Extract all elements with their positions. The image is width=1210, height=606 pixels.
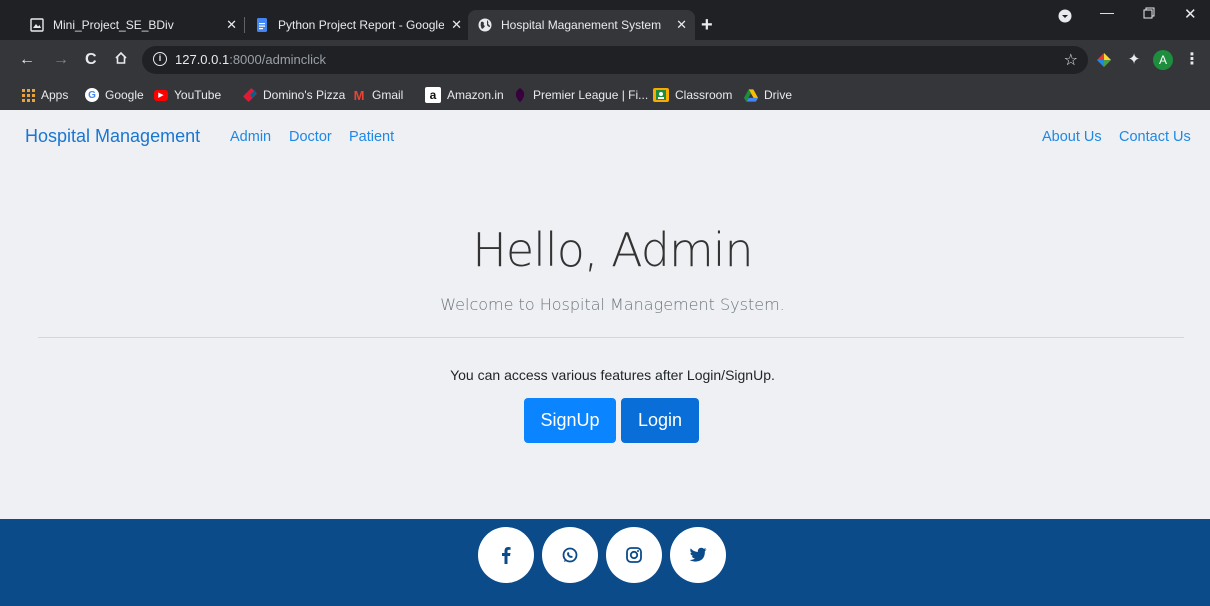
bookmark-google[interactable]: G Google <box>85 80 144 110</box>
bookmark-gmail[interactable]: M Gmail <box>352 80 404 110</box>
dominos-icon <box>243 88 257 102</box>
close-tab-icon[interactable]: ✕ <box>226 17 237 33</box>
twitter-icon[interactable] <box>670 527 726 583</box>
tab-title: Hospital Maganement System <box>501 18 662 32</box>
bookmark-star-icon[interactable]: ☆ <box>1064 50 1078 70</box>
bookmarks-bar: Apps G Google ▶ YouTube Domino's Pizza M… <box>0 80 1210 110</box>
bookmark-label: YouTube <box>174 88 222 102</box>
address-url: 127.0.0.1:8000/adminclick <box>175 52 326 67</box>
image-file-icon <box>30 18 44 32</box>
bookmark-dominos[interactable]: Domino's Pizza <box>243 80 345 110</box>
bookmark-label: Premier League | Fi... <box>533 88 649 102</box>
gmail-icon: M <box>353 87 365 103</box>
bookmark-premier-league[interactable]: Premier League | Fi... <box>513 80 648 110</box>
url-path: :8000/adminclick <box>229 52 327 67</box>
bookmark-apps[interactable]: Apps <box>21 80 68 110</box>
nav-link-contact-us[interactable]: Contact Us <box>1119 129 1191 145</box>
classroom-icon <box>653 88 669 102</box>
amazon-icon: a <box>425 87 441 103</box>
bookmark-label: Google <box>105 88 144 102</box>
home-icon[interactable] <box>114 51 128 70</box>
web-page: Hospital Management Admin Doctor Patient… <box>0 110 1210 519</box>
browser-tab-hospital[interactable]: Hospital Maganement System ✕ <box>468 10 695 40</box>
tab-title: Python Project Report - Google D <box>278 18 444 32</box>
youtube-icon: ▶ <box>154 89 168 101</box>
apps-grid-icon <box>21 88 35 102</box>
bookmark-label: Gmail <box>372 88 404 102</box>
nav-link-doctor[interactable]: Doctor <box>289 129 332 145</box>
browser-toolbar: ← → C i 127.0.0.1:8000/adminclick ☆ ✦ A … <box>0 40 1210 80</box>
google-drive-icon <box>744 88 758 102</box>
site-info-icon[interactable]: i <box>153 52 167 66</box>
whatsapp-icon[interactable] <box>542 527 598 583</box>
color-extension-icon[interactable] <box>1094 50 1114 70</box>
bookmark-label: Domino's Pizza <box>263 88 346 102</box>
close-tab-icon[interactable]: ✕ <box>676 17 687 33</box>
minimize-icon[interactable]: — <box>1100 4 1114 20</box>
hero-heading: Hello, Admin <box>472 223 753 277</box>
browser-tab-mini-project[interactable]: Mini_Project_SE_BDiv ✕ <box>20 10 245 40</box>
new-tab-button[interactable]: + <box>701 15 713 35</box>
window-close-icon[interactable]: ✕ <box>1184 5 1197 23</box>
url-host: 127.0.0.1 <box>175 52 230 67</box>
address-bar[interactable]: i 127.0.0.1:8000/adminclick ☆ <box>142 46 1088 74</box>
tab-title: Mini_Project_SE_BDiv <box>53 18 174 32</box>
forward-icon[interactable]: → <box>53 51 69 69</box>
instagram-icon[interactable] <box>606 527 662 583</box>
menu-kebab-icon[interactable]: ⋮ <box>1182 50 1202 70</box>
restore-icon[interactable] <box>1143 6 1155 22</box>
access-note: You can access various features after Lo… <box>450 367 775 383</box>
facebook-icon[interactable] <box>478 527 534 583</box>
nav-link-about-us[interactable]: About Us <box>1042 129 1102 145</box>
tab-search-icon[interactable] <box>1058 9 1072 26</box>
profile-avatar[interactable]: A <box>1153 50 1173 70</box>
premier-league-icon <box>513 88 527 102</box>
browser-tab-strip: Mini_Project_SE_BDiv ✕ Python Project Re… <box>0 0 1210 40</box>
divider <box>38 337 1184 338</box>
site-navbar: Hospital Management Admin Doctor Patient… <box>0 110 1210 166</box>
nav-link-admin[interactable]: Admin <box>230 129 271 145</box>
site-brand[interactable]: Hospital Management <box>25 126 200 147</box>
site-footer <box>0 519 1210 606</box>
globe-icon <box>478 18 492 32</box>
bookmark-label: Drive <box>764 88 793 102</box>
login-button[interactable]: Login <box>621 398 699 443</box>
bookmark-amazon[interactable]: a Amazon.in <box>425 80 504 110</box>
bookmark-label: Apps <box>41 88 69 102</box>
browser-tab-python-report[interactable]: Python Project Report - Google D ✕ <box>245 10 470 40</box>
extensions-puzzle-icon[interactable]: ✦ <box>1124 50 1144 70</box>
bookmark-classroom[interactable]: Classroom <box>653 80 732 110</box>
bookmark-drive[interactable]: Drive <box>744 80 792 110</box>
back-icon[interactable]: ← <box>19 51 35 69</box>
hero-subheading: Welcome to Hospital Management System. <box>440 295 785 314</box>
bookmark-label: Amazon.in <box>447 88 504 102</box>
signup-button[interactable]: SignUp <box>524 398 616 443</box>
google-icon: G <box>85 88 99 102</box>
bookmark-youtube[interactable]: ▶ YouTube <box>154 80 221 110</box>
reload-icon[interactable]: C <box>85 51 97 69</box>
nav-link-patient[interactable]: Patient <box>349 129 394 145</box>
close-tab-icon[interactable]: ✕ <box>451 17 462 33</box>
google-docs-icon <box>255 18 269 32</box>
bookmark-label: Classroom <box>675 88 733 102</box>
